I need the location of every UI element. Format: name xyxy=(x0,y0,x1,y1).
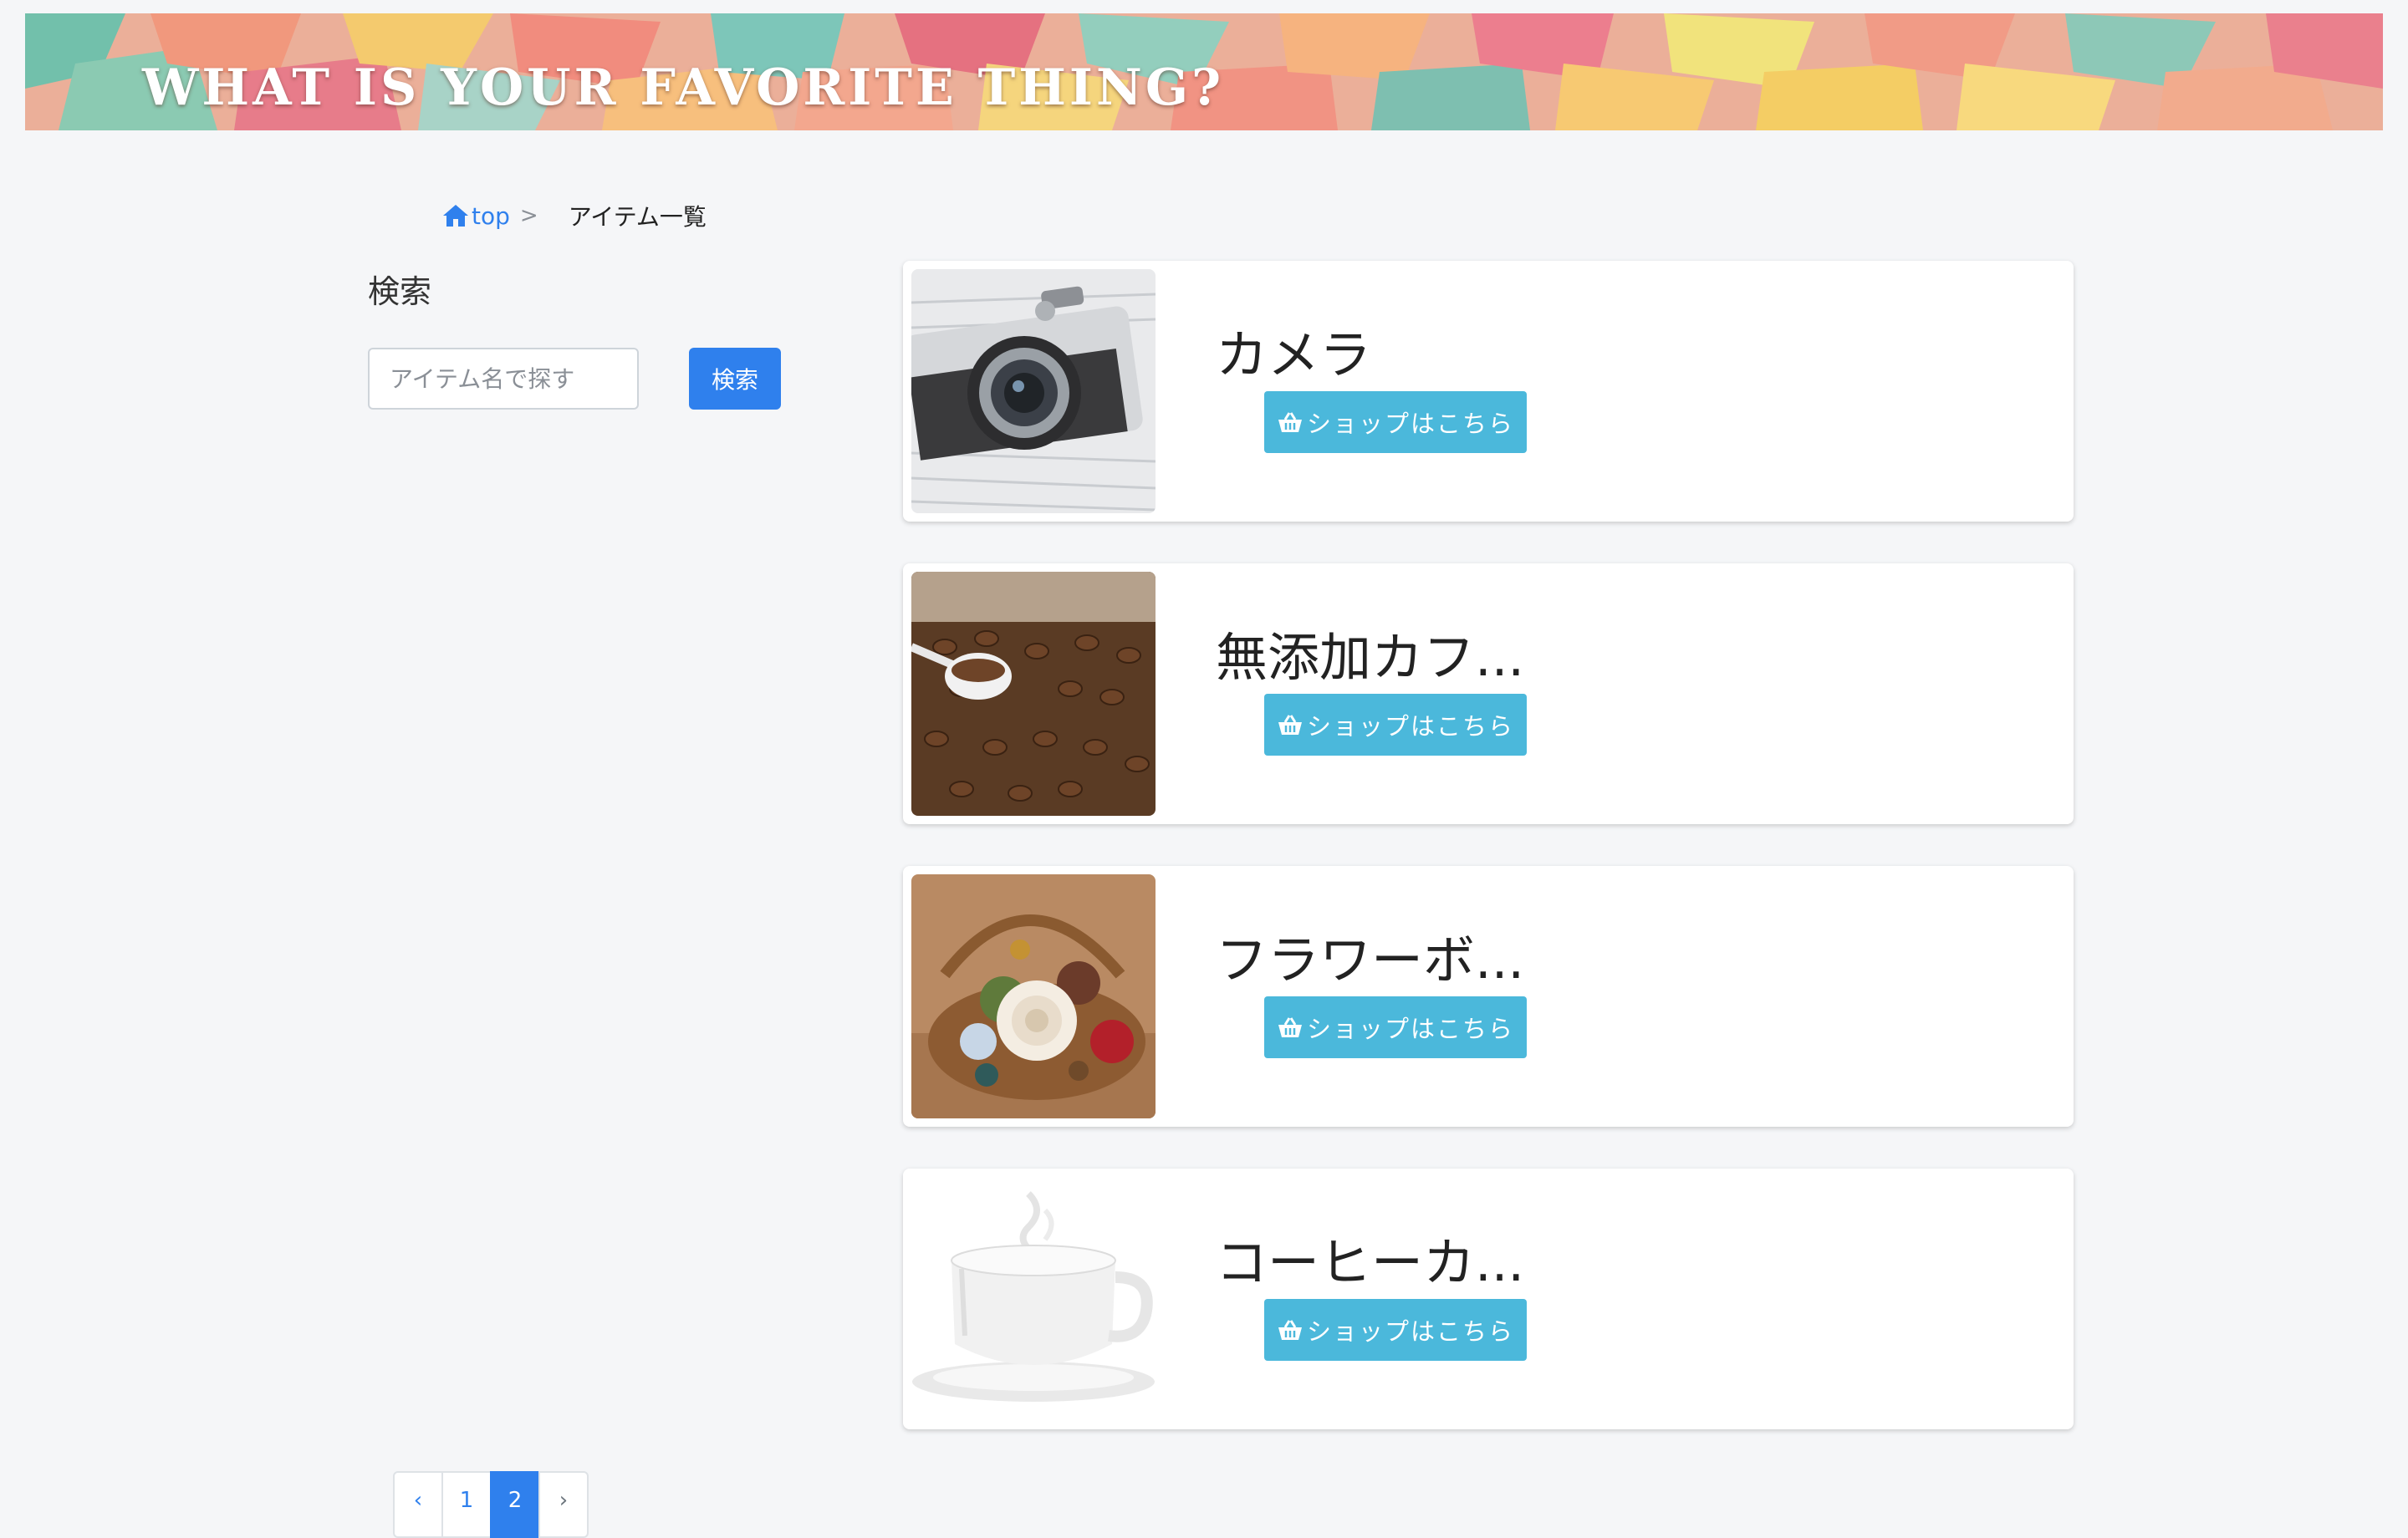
shopping-basket-icon xyxy=(1278,1320,1302,1340)
shopping-basket-icon xyxy=(1278,412,1302,432)
pagination: ‹ 1 2 › xyxy=(393,1471,589,1538)
item-search-input[interactable] xyxy=(368,348,639,410)
shop-button[interactable]: ショップはこちら xyxy=(1264,1299,1527,1361)
item-name[interactable]: カメラ xyxy=(1216,313,1371,388)
header-banner: WHAT IS YOUR FAVORITE THING? xyxy=(25,13,2383,130)
breadcrumb-current: アイテム一覧 xyxy=(568,203,707,231)
search-button[interactable]: 検索 xyxy=(689,348,781,410)
shop-button-label: ショップはこちら xyxy=(1306,411,1514,438)
item-card: 無添加カフ... ショップはこちら xyxy=(903,563,2074,824)
home-icon xyxy=(443,205,468,227)
item-name[interactable]: コーヒーカ... xyxy=(1216,1220,1524,1296)
breadcrumb-home-label[interactable]: top xyxy=(472,202,510,230)
coffee-beans-image[interactable] xyxy=(911,572,1156,816)
item-card: カメラ ショップはこちら xyxy=(903,261,2074,522)
breadcrumb: top > アイテム一覧 xyxy=(441,197,707,234)
banner-title: WHAT IS YOUR FAVORITE THING? xyxy=(142,59,1225,117)
pagination-next-button[interactable]: › xyxy=(538,1471,589,1538)
shop-button-label: ショップはこちら xyxy=(1306,714,1514,741)
coffee-cup-image[interactable] xyxy=(911,1177,1156,1421)
pagination-prev-button[interactable]: ‹ xyxy=(393,1471,443,1538)
breadcrumb-home-link[interactable]: top xyxy=(441,202,510,230)
search-heading: 検索 xyxy=(368,273,432,310)
shop-button-label: ショップはこちら xyxy=(1306,1319,1514,1346)
item-card: フラワーボ... ショップはこちら xyxy=(903,866,2074,1127)
shopping-basket-icon xyxy=(1278,715,1302,735)
item-name[interactable]: フラワーボ... xyxy=(1216,918,1524,993)
flower-basket-image[interactable] xyxy=(911,874,1156,1118)
item-name[interactable]: 無添加カフ... xyxy=(1216,615,1524,690)
shop-button-label: ショップはこちら xyxy=(1306,1016,1514,1043)
camera-image[interactable] xyxy=(911,269,1156,513)
breadcrumb-separator: > xyxy=(519,203,538,228)
shop-button[interactable]: ショップはこちら xyxy=(1264,694,1527,756)
shopping-basket-icon xyxy=(1278,1017,1302,1037)
shop-button[interactable]: ショップはこちら xyxy=(1264,391,1527,453)
pagination-page-2[interactable]: 2 xyxy=(490,1471,540,1538)
pagination-page-1[interactable]: 1 xyxy=(441,1471,492,1538)
shop-button[interactable]: ショップはこちら xyxy=(1264,996,1527,1058)
item-card: コーヒーカ... ショップはこちら xyxy=(903,1169,2074,1429)
